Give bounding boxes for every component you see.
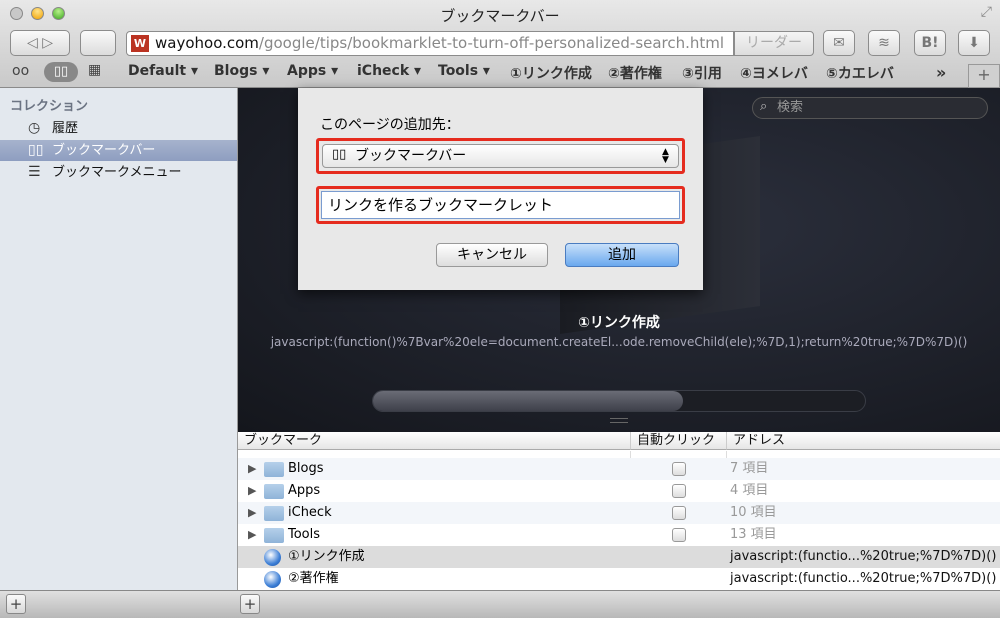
bookmarks-table: ブックマーク 自動クリック アドレス ▶ Blogs 7 項目 ▶ Apps 4 項目 ▶ i…: [238, 432, 1000, 590]
folder-icon: [264, 484, 284, 499]
bookmark-address: 4 項目: [730, 483, 769, 498]
bookmark-name: Apps: [288, 483, 321, 498]
bookmark-bar-item[interactable]: Tools ▾: [438, 63, 490, 79]
coverflow-selected-url: javascript:(function()%7Bvar%20ele=docum…: [270, 335, 968, 349]
window-title: ブックマークバー: [440, 7, 560, 25]
disclosure-triangle-icon[interactable]: ▶: [248, 480, 256, 502]
sidebar-item-label: ブックマークバー: [52, 143, 156, 158]
add-bookmark-dialog: このページの追加先： ブックマークバー ▯▯ ▲ ▼ リンクを作るブックマークレッ…: [298, 88, 703, 290]
favicon: W: [131, 35, 149, 52]
bookmark-bar-item[interactable]: ⑤カエレバ: [826, 63, 894, 83]
split-handle[interactable]: [610, 418, 628, 423]
bookmark-name: ②著作権: [288, 571, 339, 586]
table-row[interactable]: ▶ Apps 4 項目: [238, 480, 1000, 502]
bookmark-name-input[interactable]: リンクを作るブックマークレット: [321, 191, 680, 219]
book-icon: ▯▯: [28, 142, 44, 158]
table-row[interactable]: ▶ iCheck 10 項目: [238, 502, 1000, 524]
mail-icon[interactable]: ✉: [823, 30, 855, 56]
add-button[interactable]: 追加: [565, 243, 679, 267]
reader-button[interactable]: リーダー: [734, 31, 814, 56]
auto-click-checkbox[interactable]: [672, 506, 686, 520]
select-arrows-icon: ▲ ▼: [662, 147, 669, 165]
bookmark-name: Tools: [288, 527, 321, 542]
bookmark-address: javascript:(functio...%20true;%7D%7D)(): [730, 571, 997, 586]
search-input[interactable]: 検索: [752, 97, 988, 119]
auto-click-checkbox[interactable]: [672, 484, 686, 498]
bookmark-address: 7 項目: [730, 461, 769, 476]
overflow-chevron-icon[interactable]: »: [936, 63, 946, 82]
reading-list-icon[interactable]: oo: [12, 63, 29, 79]
top-sites-grid-icon[interactable]: ▦: [88, 62, 101, 78]
bookmark-name: Blogs: [288, 461, 324, 476]
bookmarks-book-icon[interactable]: ▯▯: [44, 62, 78, 82]
bottom-bar: [0, 590, 1000, 618]
bookmark-bar-item[interactable]: iCheck ▾: [357, 63, 421, 79]
globe-icon: [264, 549, 281, 566]
new-tab-button[interactable]: +: [968, 64, 1000, 88]
disclosure-triangle-icon[interactable]: ▶: [248, 502, 256, 524]
table-row[interactable]: ▶ Blogs 7 項目: [238, 458, 1000, 480]
folder-select[interactable]: ブックマークバー: [322, 144, 679, 168]
folder-icon: [264, 462, 284, 477]
search-icon: ⌕: [760, 99, 768, 114]
sidebar-header: コレクション: [10, 99, 89, 114]
bookmark-address: javascript:(functio...%20true;%7D%7D)(): [730, 549, 997, 564]
bookmark-address: 13 項目: [730, 527, 777, 542]
add-collection-button[interactable]: +: [6, 594, 26, 614]
bookmark-bar-item[interactable]: Blogs ▾: [214, 63, 269, 79]
bookmark-bar-item[interactable]: ①リンク作成: [510, 63, 592, 83]
table-row[interactable]: ▶ Tools 13 項目: [238, 524, 1000, 546]
back-forward-button[interactable]: ◁ ▷: [10, 30, 70, 56]
folder-icon: [264, 506, 284, 521]
table-row[interactable]: ①リンク作成 javascript:(functio...%20true;%7D%…: [238, 546, 1000, 568]
sidebar-item-label: ブックマークメニュー: [52, 165, 182, 180]
fullscreen-icon[interactable]: ⤢: [981, 4, 992, 20]
bookmark-bar-item[interactable]: ③引用: [682, 63, 722, 83]
book-icon: ▯▯: [332, 147, 347, 162]
disclosure-triangle-icon[interactable]: ▶: [248, 524, 256, 546]
bookmark-name: iCheck: [288, 505, 332, 520]
clock-icon: ◷: [28, 120, 41, 136]
folder-icon: [264, 528, 284, 543]
auto-click-checkbox[interactable]: [672, 528, 686, 542]
url-domain: wayohoo.com: [155, 34, 259, 52]
menu-list-icon: ☰: [28, 164, 41, 180]
layers-icon[interactable]: ≋: [868, 30, 900, 56]
download-icon[interactable]: ⬇: [958, 30, 990, 56]
add-bookmark-button[interactable]: +: [240, 594, 260, 614]
column-header-bookmark[interactable]: ブックマーク: [238, 432, 630, 450]
auto-click-checkbox[interactable]: [672, 462, 686, 476]
url-path: /google/tips/bookmarklet-to-turn-off-per…: [258, 34, 725, 52]
bookmark-bar-item[interactable]: ②著作権: [608, 63, 662, 83]
bookmark-bar-item[interactable]: Default ▾: [128, 63, 198, 79]
coverflow-selected-title: ①リンク作成: [578, 315, 660, 331]
bookmark-bar-item[interactable]: ④ヨメレバ: [740, 63, 808, 83]
globe-icon: [264, 571, 281, 588]
coverflow-scrollbar[interactable]: [372, 390, 866, 412]
hatena-bookmark-button[interactable]: B!: [914, 30, 946, 56]
bookmark-address: 10 項目: [730, 505, 777, 520]
reload-button[interactable]: [80, 30, 116, 56]
column-header-auto-click[interactable]: 自動クリック: [630, 432, 726, 450]
scrollbar-thumb[interactable]: [373, 391, 683, 411]
disclosure-triangle-icon[interactable]: ▶: [248, 458, 256, 480]
sidebar-item-label: 履歴: [52, 121, 79, 136]
bookmark-name: ①リンク作成: [288, 549, 365, 564]
address-bar[interactable]: wayohoo.com/google/tips/bookmarklet-to-t…: [126, 31, 734, 56]
folder-select-value: ブックマークバー: [355, 148, 467, 164]
cancel-button[interactable]: キャンセル: [436, 243, 548, 267]
bookmark-bar-item[interactable]: Apps ▾: [287, 63, 338, 79]
column-header-address[interactable]: アドレス: [726, 432, 1000, 450]
dialog-prompt: このページの追加先：: [320, 117, 460, 133]
table-row[interactable]: ②著作権 javascript:(functio...%20true;%7D%7D…: [238, 568, 1000, 590]
